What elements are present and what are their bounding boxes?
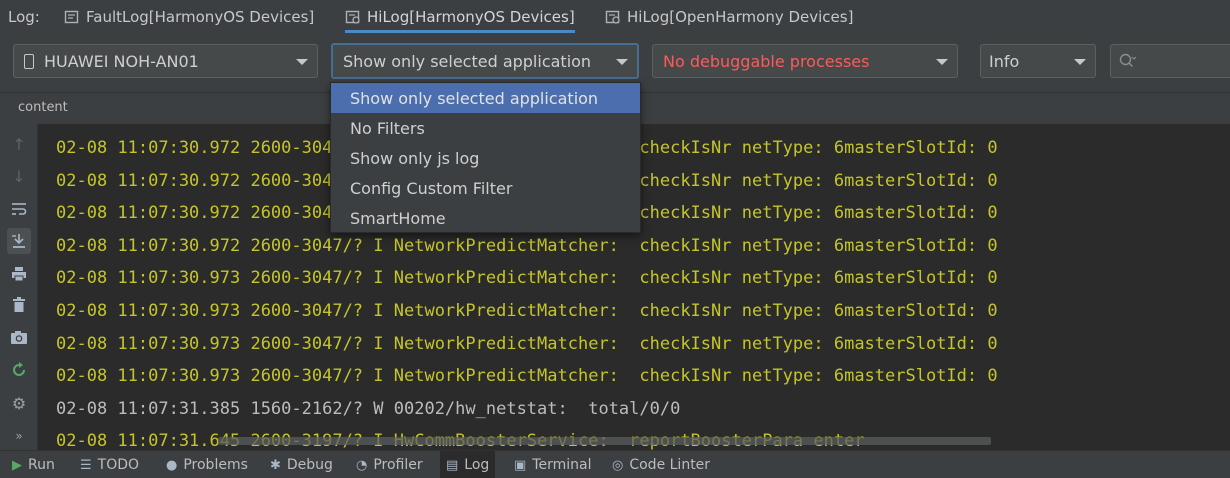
profiler-icon: ◔ [356,457,368,473]
tool-window-profiler[interactable]: ◔ Profiler [350,451,429,478]
search-icon [1119,53,1137,73]
print-icon[interactable] [9,264,29,284]
tool-window-label: Debug [286,457,333,473]
tool-window-label: Run [28,457,55,473]
log-tab-bar: Log: FaultLog[HarmonyOS Devices] HiLog[H… [0,0,1230,34]
scroll-to-end-icon[interactable] [7,228,31,254]
hilog-icon [345,9,361,25]
code-linter-icon: ◎ [612,457,624,473]
log-level-select[interactable]: Info [980,44,1096,78]
tool-window-label: Code Linter [629,457,711,473]
tool-window-label: Problems [183,457,248,473]
filter-option[interactable]: Show only js log [331,143,640,173]
chevron-down-icon [1074,59,1086,65]
faultlog-icon [64,9,80,25]
filter-select-value: Show only selected application [343,51,592,71]
log-line: 02-08 11:07:30.973 2600-3047/? I Network… [56,301,998,321]
filter-select[interactable]: Show only selected application [331,43,639,79]
problems-icon: ● [166,457,178,473]
horizontal-scrollbar[interactable] [218,437,991,445]
tool-window-label: Log [464,457,490,473]
scroll-down-icon[interactable]: ↓ [9,166,29,186]
tool-window-log[interactable]: ▤ Log [440,451,496,478]
gear-icon[interactable]: ⚙ [9,393,29,413]
tool-window-problems[interactable]: ● Problems [160,451,254,478]
search-input[interactable] [1110,44,1230,78]
tool-window-bar: ▶ Run ☰ TODO ● Problems ✱ Debug ◔ Profiler ▤ Log ▣ Te… [0,450,1230,478]
filter-option[interactable]: SmartHome [331,203,640,233]
soft-wrap-icon[interactable] [9,199,29,219]
terminal-icon: ▣ [514,457,527,473]
todo-icon: ☰ [80,457,92,473]
tab-hilog-harmonyos-label: HiLog[HarmonyOS Devices] [367,8,575,26]
log-line: 02-08 11:07:30.973 2600-3047/? I Network… [56,333,998,354]
debug-icon: ✱ [270,457,281,473]
log-level-value: Info [989,51,1020,71]
device-select-value: HUAWEI NOH-AN01 [44,51,199,71]
run-icon: ▶ [12,457,22,473]
filter-option[interactable]: Show only selected application [331,83,640,113]
filter-option[interactable]: Config Custom Filter [331,173,640,203]
tool-window-todo[interactable]: ☰ TODO [74,451,145,478]
log-line: 02-08 11:07:30.973 2600-3047/? I Network… [56,366,998,387]
tab-faultlog-label: FaultLog[HarmonyOS Devices] [86,8,315,26]
tool-window-code-linter[interactable]: ◎ Code Linter [606,451,716,478]
tab-hilog-openharmony-label: HiLog[OpenHarmony Devices] [627,8,854,26]
log-line: 02-08 11:07:30.973 2600-3047/? I Network… [56,268,998,289]
log-side-toolbar: ↑ ↓ ⚙ » [0,124,38,450]
chevron-down-icon [936,59,948,65]
more-icon[interactable]: » [9,426,29,446]
scroll-up-icon[interactable]: ↑ [9,134,29,154]
process-select[interactable]: No debuggable processes [652,44,958,78]
filter-dropdown-menu: Show only selected application No Filters… [330,82,641,233]
tool-window-label: Terminal [532,457,592,473]
chevron-down-icon [296,59,308,65]
hilog-icon [605,9,621,25]
tool-window-run[interactable]: ▶ Run [6,451,61,478]
content-header-label: content [18,100,68,115]
tool-window-label: TODO [97,457,140,473]
log-label: Log: [8,8,40,26]
log-line: 02-08 11:07:30.972 2600-3047/? I Network… [56,235,998,256]
tool-window-label: Profiler [373,457,423,473]
log-icon: ▤ [446,457,459,473]
phone-icon [24,53,34,69]
tab-faultlog[interactable]: FaultLog[HarmonyOS Devices] [64,0,314,34]
process-select-value: No debuggable processes [663,51,870,71]
device-select[interactable]: HUAWEI NOH-AN01 [13,44,318,78]
tool-window-debug[interactable]: ✱ Debug [264,451,339,478]
filter-option[interactable]: No Filters [331,113,640,143]
restart-icon[interactable] [9,360,29,380]
tool-window-terminal[interactable]: ▣ Terminal [508,451,597,478]
tab-hilog-harmonyos[interactable]: HiLog[HarmonyOS Devices] [345,0,575,34]
tab-hilog-openharmony[interactable]: HiLog[OpenHarmony Devices] [605,0,853,34]
log-line: 02-08 11:07:31.385 1560-2162/? W 00202/h… [56,398,681,419]
trash-icon[interactable] [9,295,29,315]
chevron-down-icon [616,59,628,65]
camera-icon[interactable] [9,327,29,347]
